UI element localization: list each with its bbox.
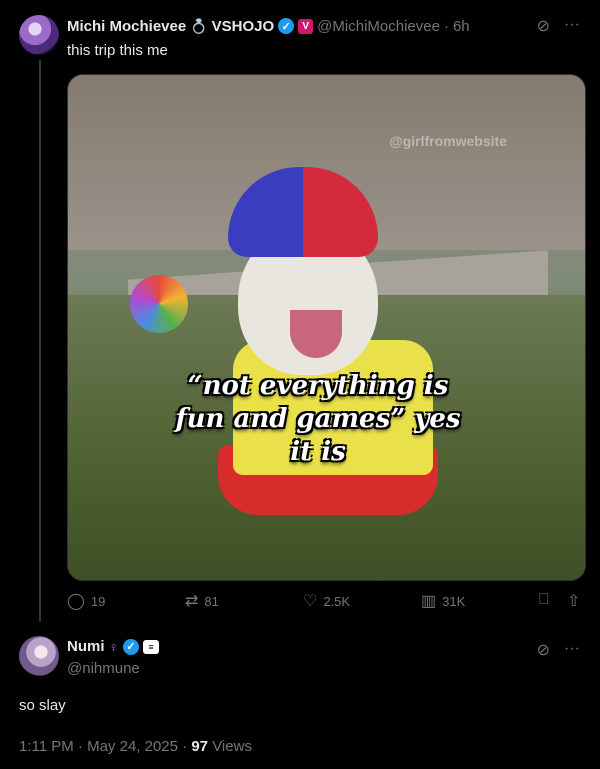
reply-author-name[interactable]: Numi [67,638,105,655]
caption-line-1: “not everything is [187,371,449,401]
caption-line-2: fun and games” yes [175,404,461,434]
like-icon: ♡ [303,593,318,610]
verified-icon: ✓ [278,18,295,34]
post-actions: ◯ 19 ⇄ 81 ♡ 2.5K ▥ 31K ⎕ ⇧ [67,591,584,615]
author-avatar[interactable] [19,15,59,55]
reply-date[interactable]: May 24, 2025 [87,738,178,755]
more-icon[interactable]: ··· [564,640,580,660]
view-count: 31K [442,593,466,609]
lollipop-graphic [130,275,188,333]
media-watermark: @girlfromwebsite [389,133,507,149]
repost-icon: ⇄ [185,593,199,610]
media-caption: “not everything is fun and games” yes it… [138,370,498,469]
reply-views-count: 97 [191,738,209,755]
reply-count: 19 [90,593,106,609]
reply-icon: ◯ [67,593,85,610]
grok-icon[interactable]: ⊘ [537,640,550,660]
post-header: Michi Mochievee 💍 VSHOJO ✓ V @MichiMochi… [67,16,470,36]
post-top-actions: ⊘ ··· [537,16,580,36]
reply-author-avatar[interactable] [19,636,59,676]
reply-header: Numi ♀ ✓ ≡ [67,638,159,655]
post-text: this trip this me [67,42,168,59]
dot-separator: · [182,738,192,755]
reply-views-label: Views [212,738,252,755]
emoji-icon: ♀ [108,638,120,655]
dot-separator: · [77,738,88,755]
reply-meta: 1:11 PM · May 24, 2025 · 97 Views [19,738,252,755]
share-button[interactable]: ⇧ [567,591,580,611]
views-icon: ▥ [421,593,437,610]
affiliation-badge-icon[interactable]: ≡ [143,639,159,654]
views-button[interactable]: ▥ 31K [421,591,465,611]
reply-text: so slay [19,697,66,714]
like-button[interactable]: ♡ 2.5K [303,591,350,611]
reply-top-actions: ⊘ ··· [537,640,580,660]
like-count: 2.5K [323,593,351,609]
more-icon[interactable]: ··· [564,16,580,36]
affiliation: VSHOJO [211,17,275,35]
bookmark-button[interactable]: ⎕ [539,591,549,609]
post-time[interactable]: 6h [453,18,470,35]
dot-separator: · [443,17,449,35]
grok-icon[interactable]: ⊘ [537,16,550,36]
repost-count: 81 [204,593,219,609]
repost-button[interactable]: ⇄ 81 [185,591,219,611]
author-name[interactable]: Michi Mochievee [67,18,186,35]
share-icon: ⇧ [567,593,581,610]
verified-icon: ✓ [123,638,139,655]
bookmark-icon: ⎕ [539,591,549,608]
ring-icon: 💍 [190,17,208,34]
author-handle[interactable]: @MichiMochievee [317,18,440,35]
affiliation-badge-icon[interactable]: V [298,18,314,34]
caption-line-3: it is [290,437,346,467]
post-media[interactable]: @girlfromwebsite “not everything is fun … [67,74,586,581]
thread-line [39,60,41,622]
reply-button[interactable]: ◯ 19 [67,591,105,611]
reply-author-handle[interactable]: @nihmune [67,660,140,677]
reply-time[interactable]: 1:11 PM [19,738,74,755]
